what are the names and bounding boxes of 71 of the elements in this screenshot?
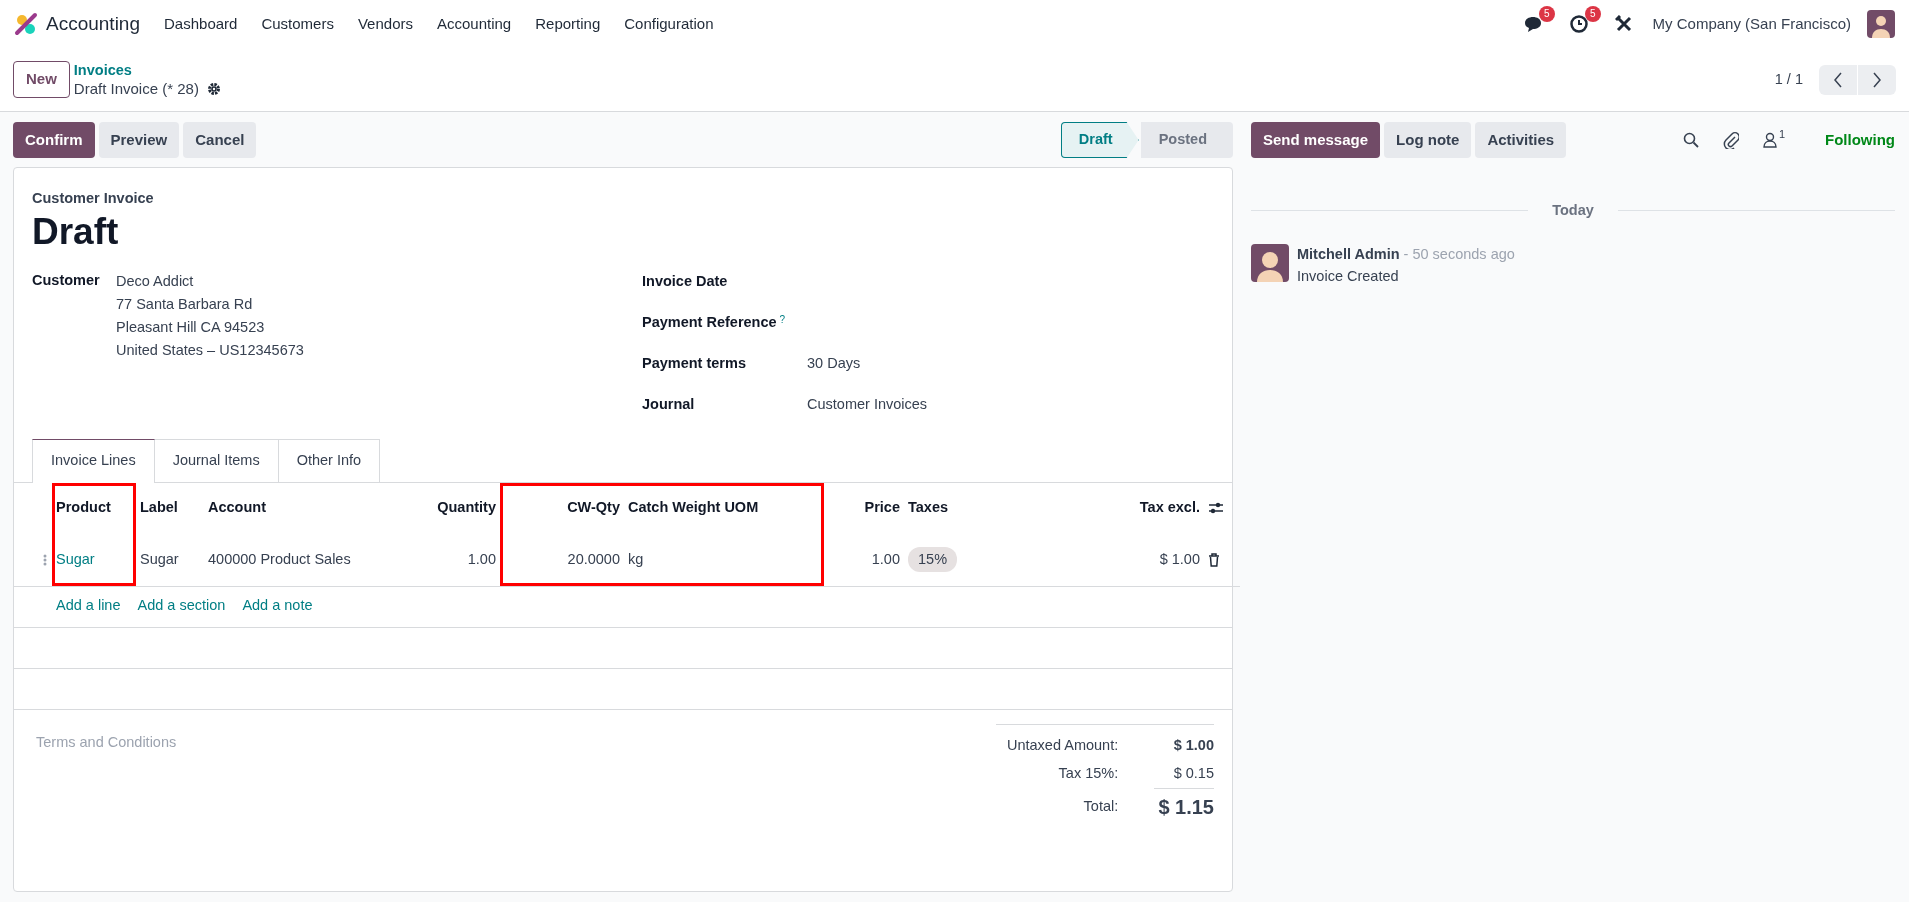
tab[interactable]: Invoice Lines xyxy=(32,439,155,483)
field-label: Journal xyxy=(642,394,695,414)
menu-item[interactable]: Reporting xyxy=(535,12,601,36)
app-name[interactable]: Accounting xyxy=(46,9,140,39)
message-body: Invoice Created xyxy=(1297,266,1400,286)
customer-name[interactable]: Deco Addict xyxy=(116,270,304,294)
column-header[interactable]: Taxes xyxy=(908,498,949,515)
field-value[interactable]: 30 Days xyxy=(807,352,861,375)
column-header[interactable]: Catch Weight UOM xyxy=(628,498,759,515)
document-title: Draft xyxy=(32,209,120,254)
tax-tag[interactable]: 15% xyxy=(908,546,958,573)
total-label: Untaxed Amount: xyxy=(996,724,1155,760)
breadcrumb-current: Draft Invoice (* 28) xyxy=(73,78,199,99)
product-link[interactable]: Sugar xyxy=(56,550,95,567)
add-line-link[interactable]: Add a line xyxy=(56,595,121,618)
action-button[interactable]: Preview xyxy=(98,122,180,158)
add-line-link[interactable]: Add a section xyxy=(137,595,226,618)
action-button[interactable]: Cancel xyxy=(183,122,257,158)
column-header[interactable]: Account xyxy=(208,498,266,515)
followers-count: 1 xyxy=(1778,127,1785,142)
message-author[interactable]: Mitchell Admin xyxy=(1297,243,1400,266)
date-separator: Today xyxy=(1552,201,1594,220)
tab[interactable]: Other Info xyxy=(277,439,381,482)
menu-item[interactable]: Configuration xyxy=(624,12,714,36)
column-header[interactable]: Quantity xyxy=(437,498,496,515)
menu-item[interactable]: Customers xyxy=(261,12,334,36)
table-cell: $ 1.00 xyxy=(1159,550,1200,567)
count-badge: 5 xyxy=(1539,6,1555,22)
menu-item[interactable]: Accounting xyxy=(437,12,512,36)
breadcrumb-link[interactable]: Invoices xyxy=(73,60,221,79)
pager-value: 1 / 1 xyxy=(1774,69,1803,89)
action-button[interactable]: Confirm xyxy=(13,122,95,158)
chatter-button[interactable]: Activities xyxy=(1475,122,1567,158)
menu-item[interactable]: Dashboard xyxy=(164,12,238,36)
table-cell: Sugar xyxy=(140,550,179,567)
status-step[interactable]: Draft xyxy=(1060,122,1139,158)
table-cell: 1.00 xyxy=(467,550,496,567)
menu-item[interactable]: Vendors xyxy=(357,12,413,36)
status-step[interactable]: Posted xyxy=(1140,122,1233,158)
column-header[interactable]: Product xyxy=(56,498,111,515)
customer-address-line: 77 Santa Barbara Rd xyxy=(116,295,254,315)
column-header[interactable]: Label xyxy=(140,498,178,515)
message-time: - 50 seconds ago xyxy=(1403,244,1515,264)
field-label: Customer xyxy=(32,271,101,291)
following-button[interactable]: Following xyxy=(1825,128,1895,152)
total-value: $ 0.15 xyxy=(1154,759,1214,789)
new-button[interactable]: New xyxy=(13,61,70,98)
add-line-link[interactable]: Add a note xyxy=(242,595,313,618)
total-label: Total: xyxy=(996,788,1155,825)
total-value: $ 1.15 xyxy=(1154,788,1214,825)
table-cell: kg xyxy=(628,550,644,567)
customer-address-line: Pleasant Hill CA 94523 xyxy=(116,318,266,338)
field-label: Invoice Date xyxy=(642,271,728,291)
table-cell: 20.0000 xyxy=(567,550,620,567)
column-header[interactable]: Price xyxy=(864,498,900,515)
field-label: Payment terms xyxy=(642,353,746,373)
column-header[interactable]: CW-Qty xyxy=(567,498,620,515)
field-label: Payment Reference xyxy=(642,312,777,332)
chatter-button[interactable]: Send message xyxy=(1251,122,1381,158)
field-value[interactable]: Customer Invoices xyxy=(807,393,928,416)
table-cell: 1.00 xyxy=(871,550,900,567)
count-badge: 5 xyxy=(1585,6,1601,22)
document-type-label: Customer Invoice xyxy=(32,189,155,208)
help-icon[interactable]: ? xyxy=(779,311,786,334)
total-label: Tax 15%: xyxy=(996,759,1155,789)
company-switcher[interactable]: My Company (San Francisco) xyxy=(1652,12,1851,36)
table-cell: 400000 Product Sales xyxy=(208,550,351,567)
column-header[interactable]: Tax excl. xyxy=(1139,498,1200,515)
customer-address-line: United States – US12345673 xyxy=(116,341,304,361)
total-value: $ 1.00 xyxy=(1154,724,1214,760)
chatter-button[interactable]: Log note xyxy=(1384,122,1472,158)
